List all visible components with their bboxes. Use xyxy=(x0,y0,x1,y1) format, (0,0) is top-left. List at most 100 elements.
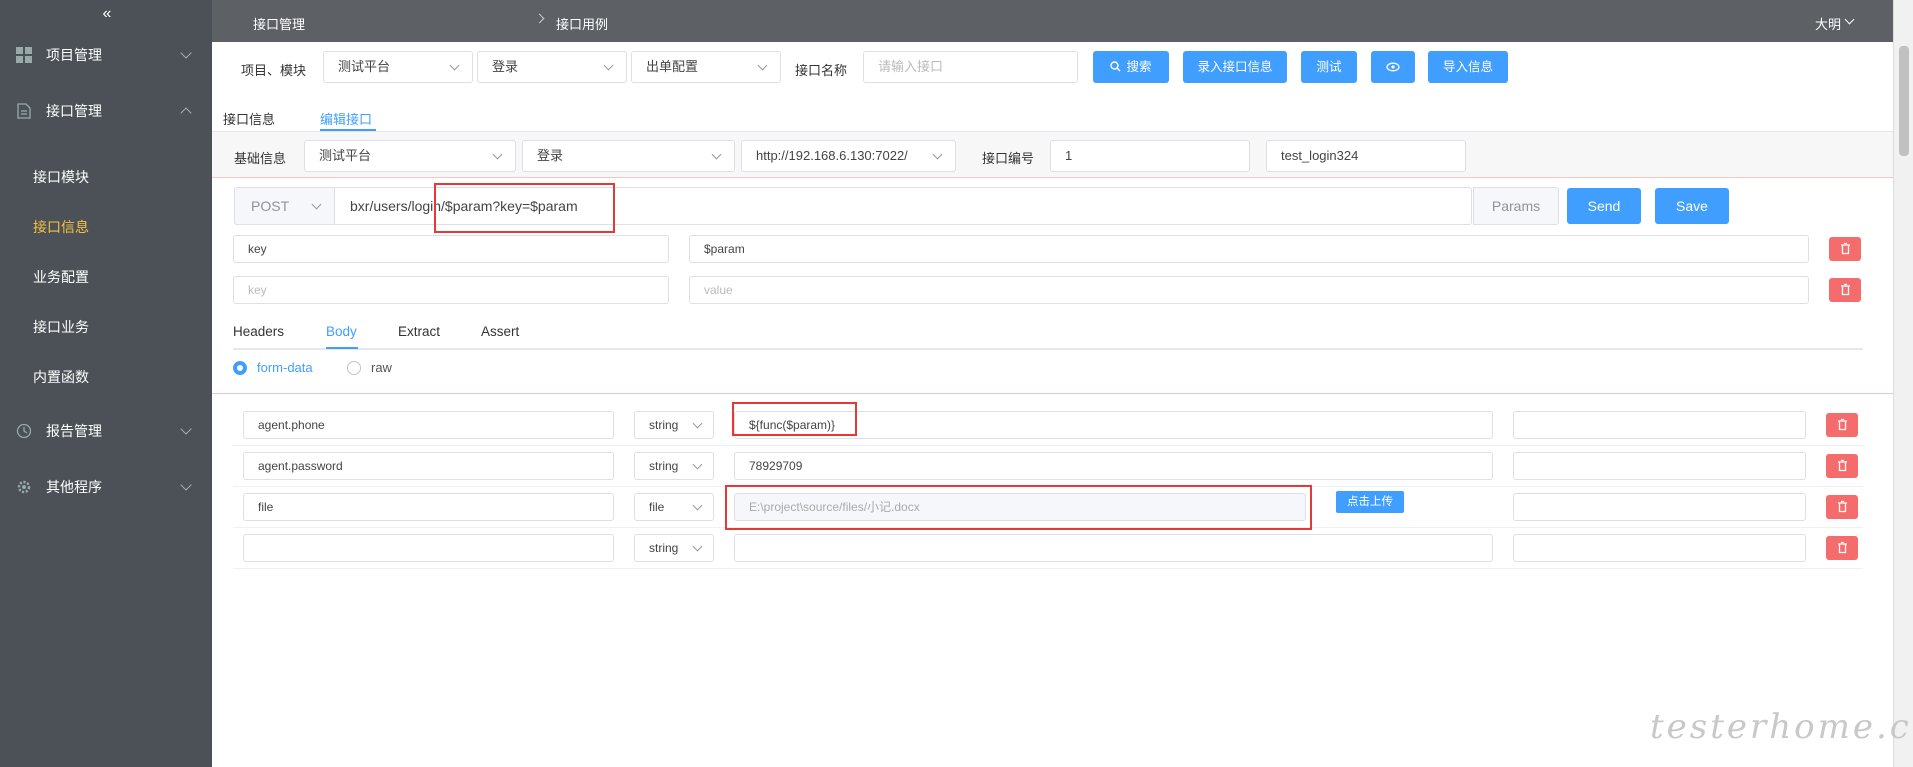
delete-param-button[interactable] xyxy=(1829,278,1861,302)
delete-row-button[interactable] xyxy=(1826,536,1858,560)
api-name-input[interactable]: 请输入接口 xyxy=(863,51,1078,83)
delete-param-button[interactable] xyxy=(1829,237,1861,261)
form-note-input[interactable] xyxy=(1513,452,1806,480)
form-key-input[interactable] xyxy=(243,534,614,562)
upload-button[interactable]: 点击上传 xyxy=(1336,491,1404,513)
document-icon xyxy=(16,103,32,119)
search-button[interactable]: 搜索 xyxy=(1093,51,1169,83)
highlight-box xyxy=(732,402,857,436)
menu-other-programs[interactable]: 其他程序 xyxy=(0,462,212,512)
breadcrumb-api-case: 接口用例 xyxy=(556,17,609,32)
sidebar: « 项目管理 接口管理 接口模块 接口信息 业务配置 接口业务 内置函数 报告管… xyxy=(0,0,212,767)
preview-button[interactable] xyxy=(1371,51,1415,83)
search-icon xyxy=(1110,61,1122,72)
row-divider xyxy=(233,568,1863,569)
chevron-down-icon xyxy=(180,47,192,59)
host-select[interactable]: http://192.168.6.130:7022/ xyxy=(741,140,956,172)
form-type-select[interactable]: file xyxy=(634,493,714,521)
form-data-label[interactable]: form-data xyxy=(257,360,313,375)
api-name-label: 接口名称 xyxy=(795,63,848,78)
form-type-select[interactable]: string xyxy=(634,411,714,439)
chevron-down-icon xyxy=(180,479,192,491)
tab-api-info[interactable]: 接口信息 xyxy=(223,109,275,128)
menu-label: 其他程序 xyxy=(46,479,102,495)
add-api-info-button[interactable]: 录入接口信息 xyxy=(1183,51,1287,83)
param-key-input[interactable]: key xyxy=(233,276,669,304)
test-button[interactable]: 测试 xyxy=(1301,51,1357,83)
case-name-input[interactable]: test_login324 xyxy=(1266,140,1466,172)
trash-icon xyxy=(1837,418,1847,431)
sidebar-item-api-module[interactable]: 接口模块 xyxy=(0,152,212,202)
collapse-sidebar-icon[interactable]: « xyxy=(0,0,212,28)
params-toggle[interactable]: Params xyxy=(1473,187,1559,225)
api-number-input[interactable]: 1 xyxy=(1050,140,1250,172)
sidebar-item-builtin-functions[interactable]: 内置函数 xyxy=(0,352,212,402)
import-info-button[interactable]: 导入信息 xyxy=(1428,51,1508,83)
tab-bar xyxy=(212,94,1893,134)
chevron-down-icon xyxy=(932,149,943,160)
raw-label[interactable]: raw xyxy=(371,360,392,375)
trash-icon xyxy=(1840,283,1850,296)
form-key-input[interactable]: file xyxy=(243,493,614,521)
active-tab-indicator xyxy=(326,347,358,349)
form-data-radio[interactable] xyxy=(233,361,247,375)
grid-icon xyxy=(16,47,32,63)
form-value-input[interactable] xyxy=(734,534,1493,562)
menu-api-management[interactable]: 接口管理 xyxy=(0,86,212,136)
breadcrumb-separator-icon xyxy=(534,13,545,24)
base-project-select[interactable]: 测试平台 xyxy=(304,140,516,172)
method-select[interactable]: POST xyxy=(234,187,335,225)
tab-edit-api[interactable]: 编辑接口 xyxy=(320,109,372,128)
module-select[interactable]: 登录 xyxy=(477,51,627,83)
menu-project-management[interactable]: 项目管理 xyxy=(0,30,212,80)
form-key-input[interactable]: agent.password xyxy=(243,452,614,480)
form-type-select[interactable]: string xyxy=(634,534,714,562)
form-value-input[interactable]: 78929709 xyxy=(734,452,1493,480)
param-value-input[interactable]: value xyxy=(689,276,1809,304)
raw-radio[interactable] xyxy=(347,361,361,375)
menu-report-management[interactable]: 报告管理 xyxy=(0,406,212,456)
delete-row-button[interactable] xyxy=(1826,413,1858,437)
sidebar-item-business-config[interactable]: 业务配置 xyxy=(0,252,212,302)
trash-icon xyxy=(1837,459,1847,472)
row-divider xyxy=(233,445,1863,446)
chevron-down-icon xyxy=(180,423,192,435)
form-key-input[interactable]: agent.phone xyxy=(243,411,614,439)
config-select[interactable]: 出单配置 xyxy=(631,51,781,83)
project-select[interactable]: 测试平台 xyxy=(323,51,473,83)
param-value-input[interactable]: $param xyxy=(689,235,1809,263)
delete-row-button[interactable] xyxy=(1826,454,1858,478)
top-bar: 接口管理 接口用例 大明 xyxy=(212,0,1893,42)
chevron-down-icon xyxy=(603,60,614,71)
chevron-down-icon xyxy=(692,418,703,429)
highlight-box xyxy=(725,485,1312,530)
form-note-input[interactable] xyxy=(1513,411,1806,439)
chevron-down-icon xyxy=(757,60,768,71)
base-module-select[interactable]: 登录 xyxy=(522,140,735,172)
form-note-input[interactable] xyxy=(1513,493,1806,521)
gear-icon xyxy=(16,479,32,495)
form-note-input[interactable] xyxy=(1513,534,1806,562)
chevron-down-icon xyxy=(492,149,503,160)
sidebar-item-api-business[interactable]: 接口业务 xyxy=(0,302,212,352)
delete-row-button[interactable] xyxy=(1826,495,1858,519)
form-type-select[interactable]: string xyxy=(634,452,714,480)
save-button[interactable]: Save xyxy=(1655,188,1729,224)
project-module-label: 项目、模块 xyxy=(241,63,307,78)
menu-label: 接口管理 xyxy=(46,103,102,119)
breadcrumb-api-management[interactable]: 接口管理 xyxy=(253,14,305,33)
chevron-down-icon xyxy=(692,541,703,552)
tab-assert[interactable]: Assert xyxy=(481,324,519,339)
tab-body[interactable]: Body xyxy=(326,324,357,339)
chevron-down-icon[interactable] xyxy=(1844,14,1855,25)
chevron-down-icon xyxy=(711,149,722,160)
param-key-input[interactable]: key xyxy=(233,235,669,263)
trash-icon xyxy=(1840,242,1850,255)
base-info-label: 基础信息 xyxy=(234,151,287,166)
send-button[interactable]: Send xyxy=(1567,188,1641,224)
tab-extract[interactable]: Extract xyxy=(398,324,440,339)
page-scrollbar[interactable] xyxy=(1893,0,1913,767)
tab-headers[interactable]: Headers xyxy=(233,324,284,339)
user-menu[interactable]: 大明 xyxy=(1815,14,1841,33)
sidebar-item-api-info[interactable]: 接口信息 xyxy=(0,202,212,252)
